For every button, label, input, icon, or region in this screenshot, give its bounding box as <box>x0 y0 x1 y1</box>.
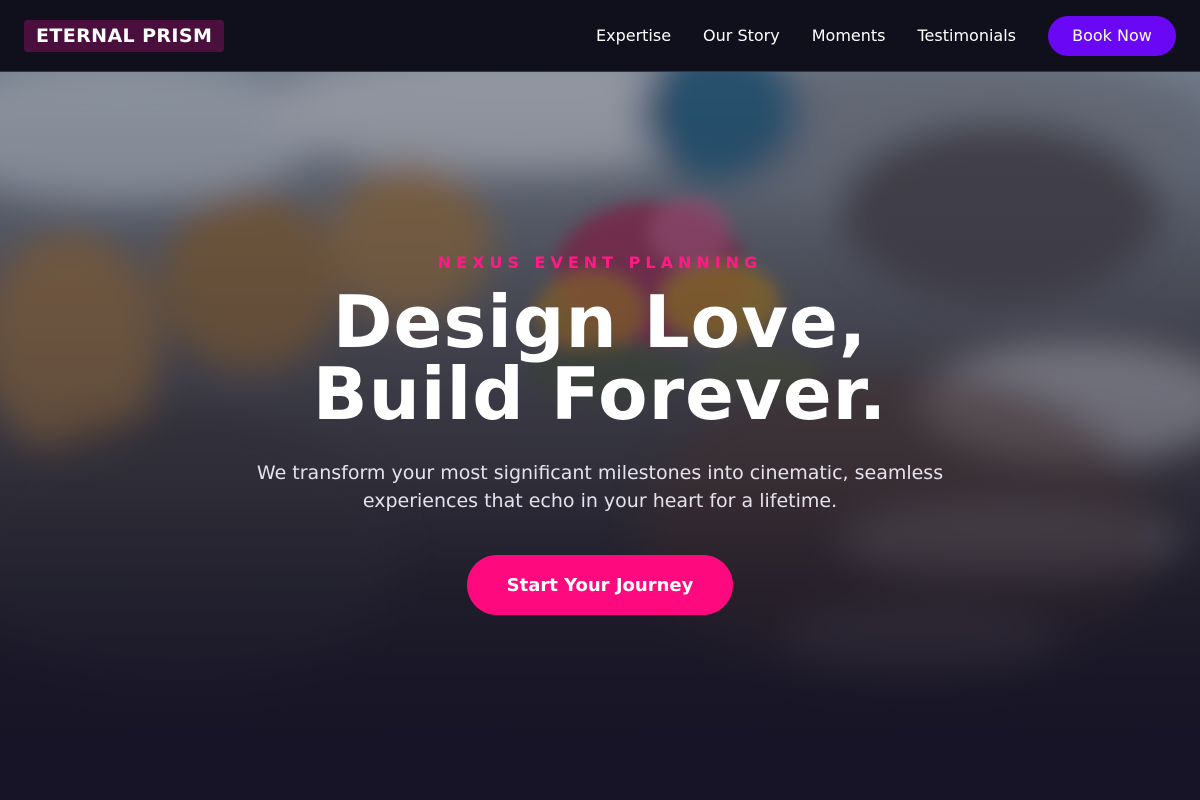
hero-headline-line-2: Build Forever. <box>312 352 888 436</box>
hero-subtext: We transform your most significant miles… <box>256 462 944 512</box>
navbar: ETERNAL PRISM Expertise Our Story Moment… <box>0 0 1200 72</box>
nav-link-testimonials[interactable]: Testimonials <box>918 26 1017 45</box>
nav-link-moments[interactable]: Moments <box>812 26 886 45</box>
hero-section: NEXUS EVENT PLANNING Design Love, Build … <box>0 72 1200 800</box>
hero-headline-line-1: Design Love, <box>332 280 868 364</box>
hero-headline: Design Love, Build Forever. <box>0 286 1200 430</box>
nav-link-expertise[interactable]: Expertise <box>596 26 671 45</box>
start-journey-button[interactable]: Start Your Journey <box>467 555 733 615</box>
nav-menu: Expertise Our Story Moments Testimonials… <box>596 15 1176 56</box>
hero-eyebrow: NEXUS EVENT PLANNING <box>437 253 763 272</box>
nav-link-our-story[interactable]: Our Story <box>703 26 780 45</box>
brand-logo[interactable]: ETERNAL PRISM <box>24 19 225 52</box>
book-now-button[interactable]: Book Now <box>1048 15 1176 56</box>
hero-content: NEXUS EVENT PLANNING Design Love, Build … <box>0 72 1200 800</box>
